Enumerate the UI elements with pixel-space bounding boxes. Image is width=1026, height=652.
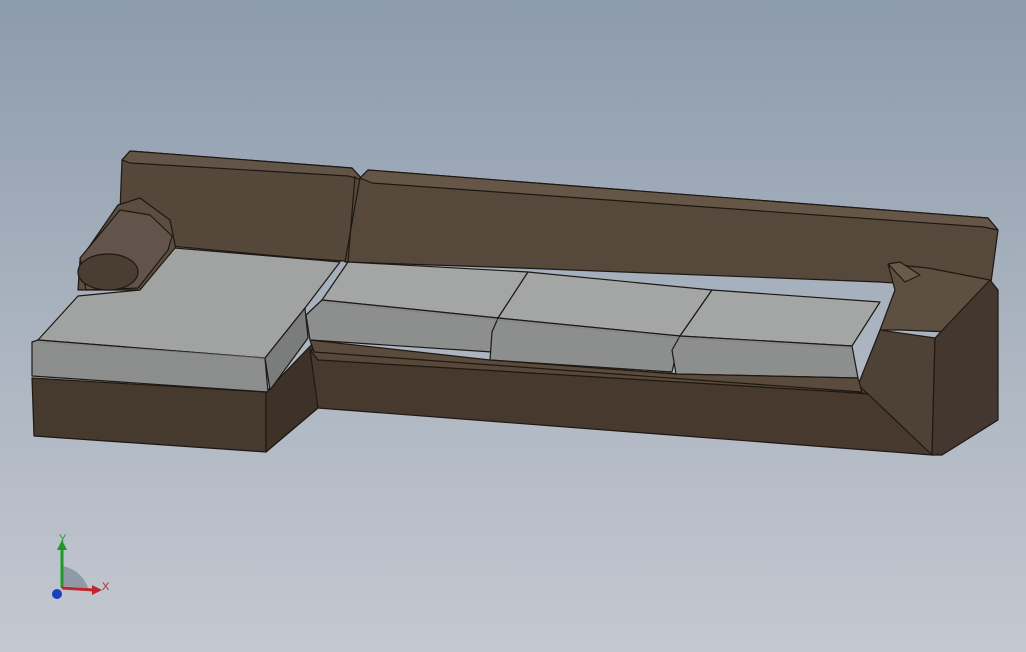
coordinate-triad: Y X [52,533,110,599]
graphics-viewport[interactable]: Y X [0,0,1026,652]
x-axis-line [61,586,95,592]
x-axis-arrow [92,585,102,595]
z-axis-dot [52,589,62,599]
y-axis-label: Y [59,533,67,545]
left-arm-end[interactable] [77,253,139,291]
x-axis-label: X [102,581,110,593]
triad-shade [62,566,88,588]
sofa-model[interactable] [0,0,1026,652]
